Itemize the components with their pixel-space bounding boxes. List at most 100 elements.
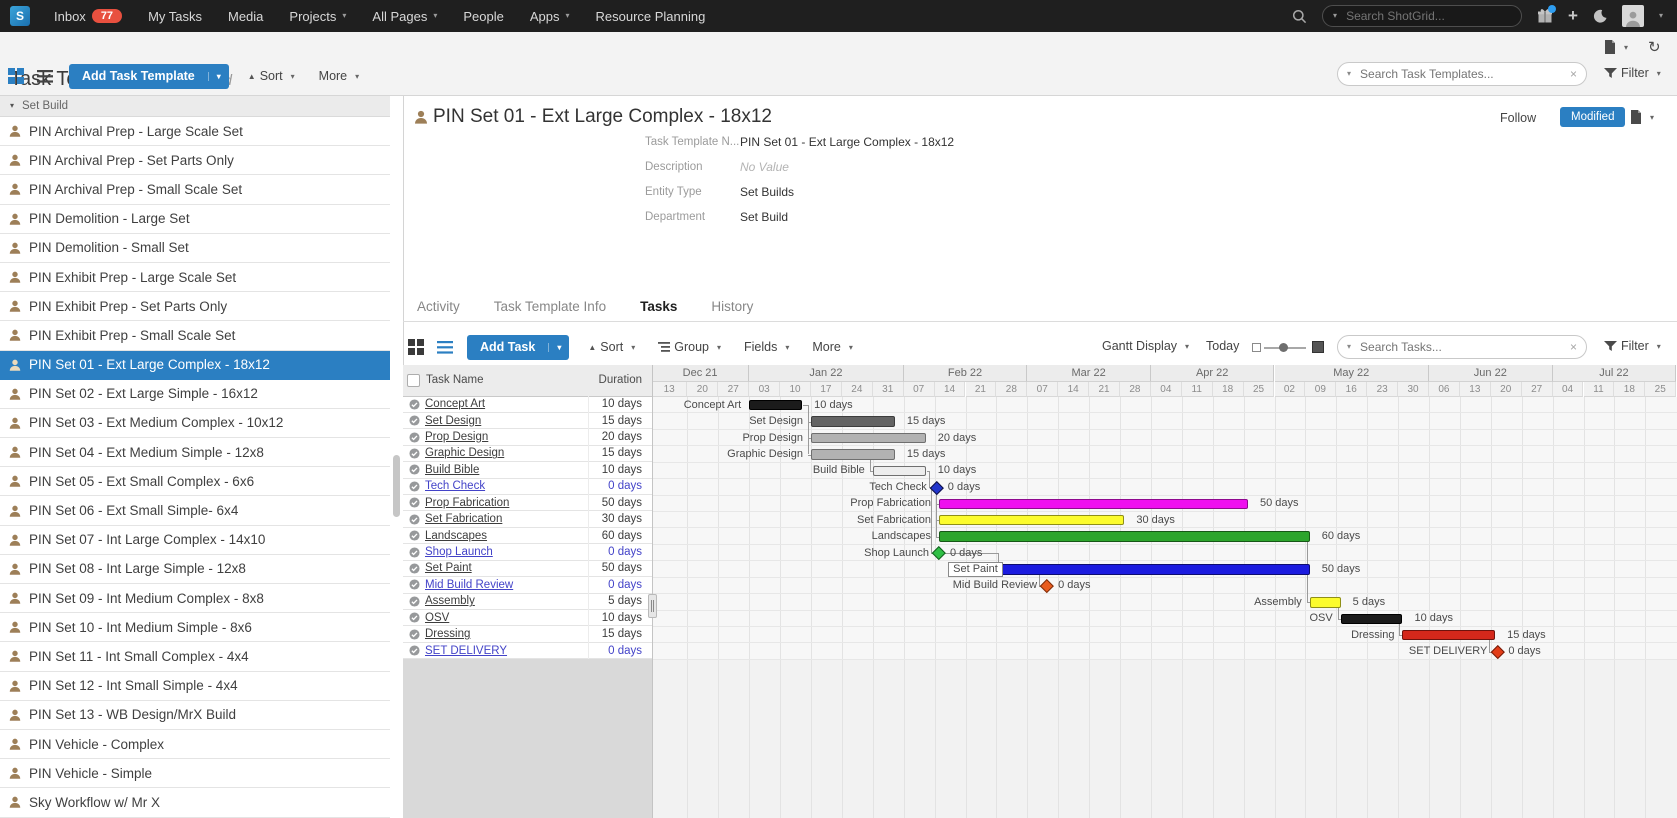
task-duration[interactable]: 15 days [602, 447, 642, 459]
table-row-dressing[interactable]: Dressing15 days [403, 626, 652, 642]
gantt-bar-build-bible[interactable] [873, 466, 926, 476]
gantt-bar-landscapes[interactable] [939, 531, 1310, 541]
field-value[interactable]: Set Build [740, 210, 788, 224]
table-row-set-design[interactable]: Set Design15 days [403, 413, 652, 429]
table-row-set-fabrication[interactable]: Set Fabrication 30 days [403, 511, 652, 527]
table-row-concept-art[interactable]: Concept Art 10 days [403, 397, 652, 413]
search-task-templates-input[interactable] [1358, 66, 1542, 82]
task-status-icon[interactable] [409, 497, 420, 508]
detail-doc-icon[interactable] [1630, 110, 1642, 124]
task-name-link[interactable]: Set Paint [425, 562, 472, 574]
task-status-icon[interactable] [409, 629, 420, 640]
sidebar-item-sky-workflow-w-mr-x[interactable]: Sky Workflow w/ Mr X [0, 788, 390, 817]
task-status-icon[interactable] [409, 415, 420, 426]
tab-task-template-info[interactable]: Task Template Info [494, 299, 606, 314]
follow-button[interactable]: Follow [1500, 111, 1536, 125]
whats-new-gift-icon[interactable] [1537, 8, 1553, 24]
sidebar-scrollbar-thumb[interactable] [393, 455, 400, 517]
task-status-icon[interactable] [409, 448, 420, 459]
task-name-link[interactable]: Graphic Design [425, 447, 504, 459]
task-name-link[interactable]: Build Bible [425, 464, 479, 476]
sidebar-item-pin-archival-prep-small-scale-set[interactable]: PIN Archival Prep - Small Scale Set [0, 175, 390, 204]
table-row-mid-build-review[interactable]: Mid Build Review0 days [403, 577, 652, 593]
zoom-out-icon[interactable] [1252, 343, 1261, 352]
nav-item-all-pages[interactable]: All Pages▾ [372, 9, 437, 24]
task-duration[interactable]: 0 days [608, 480, 642, 492]
table-row-tech-check[interactable]: Tech Check 0 days [403, 479, 652, 495]
detail-doc-chevron-icon[interactable]: ▾ [1650, 114, 1654, 122]
tasks-more-control[interactable]: More ▾ [812, 340, 853, 354]
sidebar-item-pin-set-03-ext-medium-complex-10x12[interactable]: PIN Set 03 - Ext Medium Complex - 10x12 [0, 409, 390, 438]
tasks-group-control[interactable]: Group ▾ [658, 340, 721, 354]
tasks-list-view-icon[interactable] [437, 341, 453, 354]
task-name-link[interactable]: Shop Launch [425, 546, 493, 558]
task-name-link[interactable]: Prop Design [425, 431, 488, 443]
sidebar-item-pin-set-01-ext-large-complex-18x12[interactable]: PIN Set 01 - Ext Large Complex - 18x12 [0, 351, 390, 380]
task-name-link[interactable]: Set Fabrication [425, 513, 502, 525]
table-row-shop-launch[interactable]: Shop Launch 0 days [403, 544, 652, 560]
sidebar-item-pin-set-05-ext-small-complex-6x6[interactable]: PIN Set 05 - Ext Small Complex - 6x6 [0, 467, 390, 496]
tab-history[interactable]: History [711, 299, 753, 314]
gantt-bar-prop-fabrication[interactable] [939, 499, 1248, 509]
sidebar-item-pin-exhibit-prep-small-scale-set[interactable]: PIN Exhibit Prep - Small Scale Set [0, 321, 390, 350]
tasks-filter-funnel-icon[interactable] [1604, 341, 1617, 352]
sidebar-item-pin-vehicle-simple[interactable]: PIN Vehicle - Simple [0, 759, 390, 788]
nav-item-people[interactable]: People [463, 9, 503, 24]
field-value[interactable]: PIN Set 01 - Ext Large Complex - 18x12 [740, 135, 954, 149]
task-name-link[interactable]: Concept Art [425, 398, 485, 410]
sidebar-item-pin-set-13-wb-design-mrx-build[interactable]: PIN Set 13 - WB Design/MrX Build [0, 701, 390, 730]
splitter-handle-icon[interactable] [648, 594, 657, 618]
task-duration[interactable]: 60 days [602, 530, 642, 542]
task-name-link[interactable]: Tech Check [425, 480, 485, 492]
gantt-display-control[interactable]: Gantt Display ▾ [1102, 339, 1189, 353]
more-control[interactable]: More ▾ [319, 69, 360, 83]
table-row-osv[interactable]: OSV 10 days [403, 610, 652, 626]
group-collapse-chevron-icon[interactable]: ▾ [10, 102, 14, 110]
add-task-template-button[interactable]: Add Task Template ▾ [69, 64, 229, 89]
task-duration[interactable]: 10 days [602, 464, 642, 476]
gantt-milestone-tech-check[interactable] [930, 481, 944, 495]
task-name-link[interactable]: OSV [425, 612, 449, 624]
table-row-landscapes[interactable]: Landscapes60 days [403, 528, 652, 544]
nav-item-my-tasks[interactable]: My Tasks [148, 9, 202, 24]
table-row-graphic-design[interactable]: Graphic Design 15 days [403, 446, 652, 462]
sidebar-item-pin-exhibit-prep-set-parts-only[interactable]: PIN Exhibit Prep - Set Parts Only [0, 292, 390, 321]
task-duration[interactable]: 10 days [602, 398, 642, 410]
search-task-templates-box[interactable]: ▾ × [1337, 62, 1587, 86]
list-view-icon[interactable] [37, 70, 53, 83]
gantt-milestone-shop-launch[interactable] [932, 546, 946, 560]
zoom-in-icon[interactable] [1312, 341, 1324, 353]
sidebar-item-pin-set-07-int-large-complex-14x10[interactable]: PIN Set 07 - Int Large Complex - 14x10 [0, 526, 390, 555]
today-button[interactable]: Today [1206, 339, 1239, 353]
tab-activity[interactable]: Activity [417, 299, 460, 314]
dark-mode-moon-icon[interactable] [1593, 9, 1607, 23]
task-name-link[interactable]: Dressing [425, 628, 470, 640]
task-status-icon[interactable] [409, 612, 420, 623]
field-value[interactable]: Set Builds [740, 185, 794, 199]
page-doc-chevron-icon[interactable]: ▾ [1624, 44, 1628, 52]
status-badge[interactable]: Modified [1560, 107, 1625, 127]
tasks-fields-control[interactable]: Fields ▾ [744, 340, 789, 354]
tasks-search-scope-chevron-icon[interactable]: ▾ [1347, 343, 1351, 351]
search-tasks-box[interactable]: ▾ × [1337, 335, 1587, 359]
task-duration[interactable]: 20 days [602, 431, 642, 443]
search-tasks-input[interactable] [1358, 339, 1542, 355]
nav-item-resource-planning[interactable]: Resource Planning [595, 9, 705, 24]
add-task-button[interactable]: Add Task ▾ [467, 335, 569, 360]
sidebar-item-pin-set-02-ext-large-simple-16x12[interactable]: PIN Set 02 - Ext Large Simple - 16x12 [0, 380, 390, 409]
task-name-link[interactable]: Mid Build Review [425, 579, 513, 591]
task-status-icon[interactable] [409, 547, 420, 558]
task-status-icon[interactable] [409, 579, 420, 590]
task-duration[interactable]: 0 days [608, 546, 642, 558]
filter-funnel-icon[interactable] [1604, 68, 1617, 79]
field-value[interactable]: No Value [740, 160, 789, 174]
sidebar-item-pin-set-04-ext-medium-simple-12x8[interactable]: PIN Set 04 - Ext Medium Simple - 12x8 [0, 438, 390, 467]
nav-item-inbox[interactable]: Inbox77 [54, 9, 122, 24]
sidebar-item-pin-demolition-large-set[interactable]: PIN Demolition - Large Set [0, 205, 390, 234]
task-duration[interactable]: 15 days [602, 415, 642, 427]
sort-control[interactable]: ▲ Sort ▾ [248, 69, 295, 83]
task-duration[interactable]: 30 days [602, 513, 642, 525]
search-icon[interactable] [1292, 9, 1307, 24]
task-duration[interactable]: 10 days [602, 612, 642, 624]
select-all-checkbox[interactable] [407, 374, 420, 387]
